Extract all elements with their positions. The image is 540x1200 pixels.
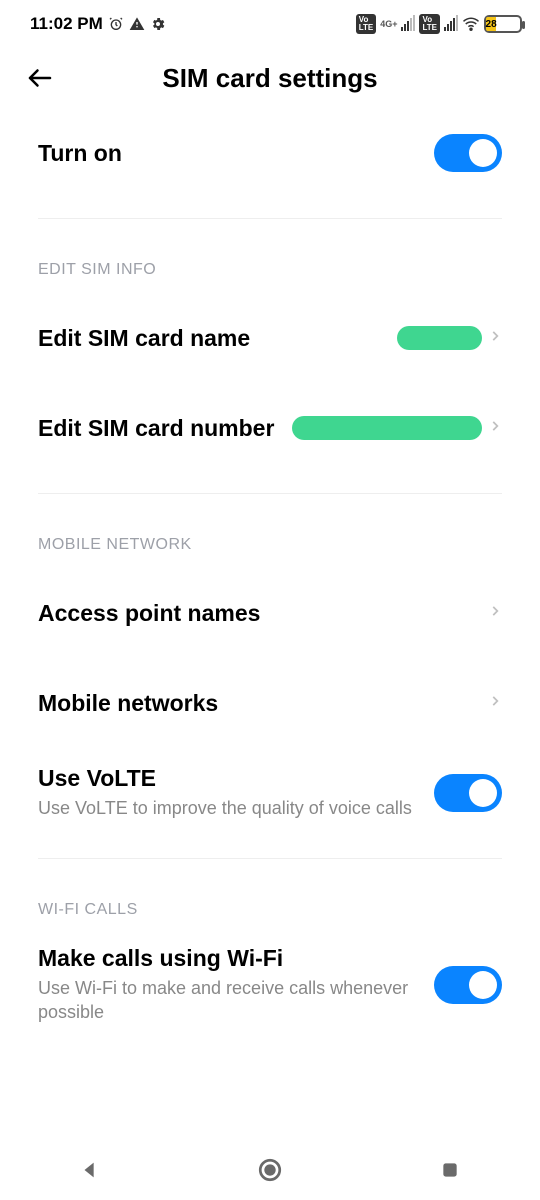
page-title: SIM card settings bbox=[10, 63, 530, 94]
redacted-sim-number bbox=[292, 416, 482, 440]
alarm-icon bbox=[108, 16, 124, 32]
battery-icon: 28 bbox=[484, 15, 522, 33]
section-header-wifi-calls: WI-FI CALLS bbox=[38, 901, 502, 919]
nav-recent-button[interactable] bbox=[430, 1150, 470, 1190]
toggle-volte[interactable] bbox=[434, 774, 502, 812]
nav-back-button[interactable] bbox=[70, 1150, 110, 1190]
divider bbox=[38, 858, 502, 859]
apn-label: Access point names bbox=[38, 600, 478, 627]
network-type: 4G+ bbox=[380, 20, 397, 29]
signal-icon-2 bbox=[444, 17, 458, 31]
chevron-right-icon bbox=[488, 690, 502, 717]
battery-pct: 28 bbox=[486, 17, 496, 31]
warning-icon bbox=[129, 16, 145, 32]
nav-home-button[interactable] bbox=[250, 1150, 290, 1190]
divider bbox=[38, 218, 502, 219]
redacted-sim-name bbox=[397, 326, 482, 350]
toggle-turn-on[interactable] bbox=[434, 134, 502, 172]
section-header-mobile-network: MOBILE NETWORK bbox=[38, 536, 502, 554]
row-edit-sim-number[interactable]: Edit SIM card number bbox=[38, 383, 502, 473]
volte-sublabel: Use VoLTE to improve the quality of voic… bbox=[38, 796, 424, 820]
volte-badge-2: VoLTE bbox=[419, 14, 440, 34]
status-bar: 11:02 PM VoLTE 4G+ VoLTE 28 bbox=[0, 0, 540, 48]
signal-icon-1 bbox=[401, 17, 415, 31]
mobile-networks-label: Mobile networks bbox=[38, 690, 478, 717]
row-turn-on[interactable]: Turn on bbox=[38, 108, 502, 198]
header: SIM card settings bbox=[0, 48, 540, 108]
volte-label: Use VoLTE bbox=[38, 765, 424, 792]
row-wifi-calls[interactable]: Make calls using Wi-Fi Use Wi-Fi to make… bbox=[38, 933, 502, 1037]
row-mobile-networks[interactable]: Mobile networks bbox=[38, 658, 502, 748]
chevron-right-icon bbox=[488, 600, 502, 627]
chevron-right-icon bbox=[488, 325, 502, 352]
volte-badge-1: VoLTE bbox=[356, 14, 377, 34]
edit-sim-number-label: Edit SIM card number bbox=[38, 415, 282, 442]
gear-icon bbox=[150, 16, 166, 32]
edit-sim-name-label: Edit SIM card name bbox=[38, 325, 387, 352]
toggle-wifi-calls[interactable] bbox=[434, 966, 502, 1004]
chevron-right-icon bbox=[488, 415, 502, 442]
row-volte[interactable]: Use VoLTE Use VoLTE to improve the quali… bbox=[38, 748, 502, 838]
wifi-icon bbox=[462, 15, 480, 33]
wifi-calls-sublabel: Use Wi-Fi to make and receive calls when… bbox=[38, 976, 424, 1025]
wifi-calls-label: Make calls using Wi-Fi bbox=[38, 945, 424, 972]
status-time: 11:02 PM bbox=[30, 14, 103, 34]
turn-on-label: Turn on bbox=[38, 140, 424, 167]
divider bbox=[38, 493, 502, 494]
row-apn[interactable]: Access point names bbox=[38, 568, 502, 658]
row-edit-sim-name[interactable]: Edit SIM card name bbox=[38, 293, 502, 383]
system-nav-bar bbox=[0, 1140, 540, 1200]
section-header-edit-sim: EDIT SIM INFO bbox=[38, 261, 502, 279]
